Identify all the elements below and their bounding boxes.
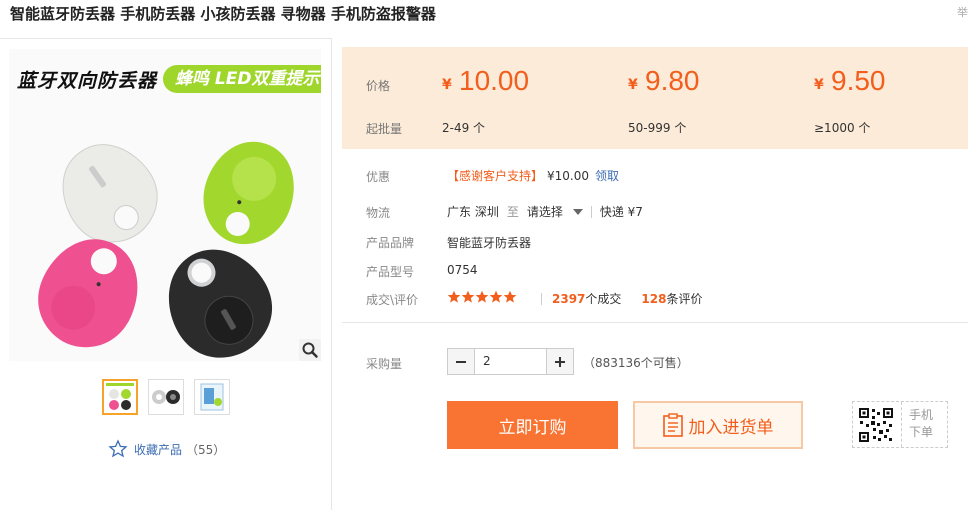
tier-price: 9.50 (831, 65, 886, 96)
tier-range: 50-999 个 (628, 121, 687, 135)
tier-range: ≥1000 个 (814, 121, 871, 135)
divider (541, 292, 542, 305)
logistics-row: 广东 深圳 至 请选择 快递 ¥7 (447, 203, 643, 220)
promotion-row: 【感谢客户支持】 ¥10.00 领取 (447, 167, 619, 184)
thumbnail-image (200, 383, 224, 411)
buy-now-label: 立即订购 (498, 417, 567, 438)
ship-to: 至 (506, 205, 519, 219)
favorite-product[interactable]: 收藏产品 （55） (108, 439, 225, 459)
product-photo (38, 141, 294, 358)
review-suffix: 条评价 (666, 292, 703, 306)
thumbnail-strip (102, 379, 232, 417)
search-icon (302, 342, 318, 358)
decrease-button[interactable] (448, 349, 475, 374)
claim-coupon-link[interactable]: 领取 (595, 169, 619, 183)
banner-feature: 蜂鸣 LED双重提示 (163, 65, 321, 93)
main-product-image[interactable]: 蓝牙双向防丢器 蜂鸣 LED双重提示 (9, 49, 321, 361)
stock-available: （883136个可售） (583, 356, 689, 370)
star-icon (461, 290, 475, 303)
model-label: 产品型号 (366, 265, 415, 279)
mobile-order-label: 手机 下单 (909, 407, 933, 441)
add-to-cart-button[interactable]: 加入进货单 (633, 401, 803, 449)
minus-icon (456, 360, 466, 363)
star-icon (475, 290, 489, 303)
favorite-count: （55） (186, 442, 226, 457)
white-tag (62, 144, 158, 243)
thumbnail-1[interactable] (102, 379, 138, 415)
caret-down-icon[interactable] (572, 208, 583, 215)
divider (901, 402, 902, 447)
page-title: 智能蓝牙防丢器 手机防丢器 小孩防丢器 寻物器 手机防盗报警器 (10, 5, 436, 23)
increase-button[interactable] (546, 349, 573, 374)
add-to-cart-label: 加入进货单 (688, 417, 774, 438)
zoom-button[interactable] (299, 339, 321, 361)
batch-label: 起批量 (366, 122, 403, 136)
thumbnail-image (152, 390, 180, 404)
price-label: 价格 (366, 79, 391, 93)
report-link[interactable]: 举 (957, 4, 968, 20)
currency-symbol: ¥ (628, 77, 638, 93)
thumbnail-image (106, 383, 134, 410)
express-fee: 快递 ¥7 (599, 205, 643, 219)
banner-title: 蓝牙双向防丢器 (17, 70, 158, 92)
destination-select[interactable]: 请选择 (527, 203, 563, 220)
promotion-label: 优惠 (366, 170, 391, 184)
ship-origin: 广东 深圳 (447, 205, 499, 219)
product-gallery: 蓝牙双向防丢器 蜂鸣 LED双重提示 收藏产品 （55） (0, 38, 332, 510)
clipboard-icon (662, 413, 683, 437)
mobile-order-line1: 手机 (909, 408, 934, 422)
star-icon (503, 290, 517, 303)
price-panel: 价格 起批量 ¥ 10.00 2-49 个 ¥ 9.80 50-999 个 ¥ … (342, 47, 968, 149)
rating-stars (447, 290, 517, 304)
currency-symbol: ¥ (442, 77, 452, 93)
star-icon (447, 290, 461, 303)
mobile-order[interactable]: 手机 下单 (852, 401, 948, 448)
logistics-label: 物流 (366, 206, 391, 220)
thumbnail-3[interactable] (194, 379, 230, 415)
image-banner: 蓝牙双向防丢器 蜂鸣 LED双重提示 (9, 65, 321, 93)
deal-suffix: 个成交 (585, 292, 622, 306)
plus-icon (555, 356, 565, 367)
promotion-tag: 【感谢客户支持】 (447, 169, 544, 183)
review-count[interactable]: 128 (641, 292, 666, 306)
tier-range: 2-49 个 (442, 121, 486, 135)
quantity-label: 采购量 (366, 357, 403, 371)
deal-stats: 2397 个成交 128 条评价 (541, 290, 703, 307)
tier-price: 9.80 (645, 65, 700, 96)
model-value: 0754 (447, 263, 478, 277)
qr-code-icon (857, 406, 895, 444)
star-outline-icon (108, 439, 128, 458)
brand-label: 产品品牌 (366, 236, 415, 250)
favorite-label[interactable]: 收藏产品 (134, 441, 182, 458)
currency-symbol: ¥ (814, 77, 824, 93)
buy-now-button[interactable]: 立即订购 (447, 401, 618, 449)
green-tag (203, 141, 294, 245)
black-tag (168, 249, 273, 358)
pink-tag (38, 239, 138, 348)
deal-count[interactable]: 2397 (552, 292, 585, 306)
quantity-stepper: 2 (447, 348, 574, 375)
thumbnail-2[interactable] (148, 379, 184, 415)
reviews-label: 成交\评价 (366, 293, 419, 307)
brand-value: 智能蓝牙防丢器 (447, 236, 532, 250)
divider (590, 205, 592, 218)
tier-price: 10.00 (459, 65, 530, 96)
promotion-amount: ¥10.00 (547, 169, 590, 183)
mobile-order-line2: 下单 (909, 425, 934, 439)
quantity-input[interactable]: 2 (475, 349, 546, 374)
section-divider (342, 322, 968, 323)
star-icon (489, 290, 503, 303)
